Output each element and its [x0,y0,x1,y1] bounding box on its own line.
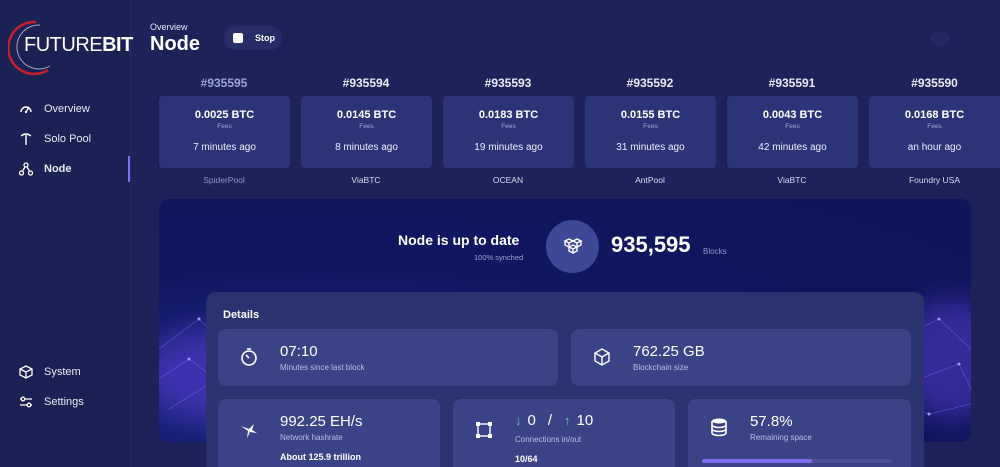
block-pool: AntPool [635,175,665,185]
fees-label: Fees [359,123,374,130]
block-fee-amount: 0.0168 BTC [904,109,965,121]
block-time: 19 minutes ago [474,142,543,153]
block-number: #935592 [626,76,674,90]
remaining-space-value: 57.8% [750,413,793,430]
block-card[interactable]: 0.0168 BTC Fees an hour ago [869,96,1000,168]
cube-icon [18,364,34,380]
block-time: 8 minutes ago [335,142,398,153]
gauge-icon [18,101,34,117]
remaining-space-card: 57.8% Remaining space [688,399,911,467]
block-fee-amount: 0.0025 BTC [194,109,255,121]
block-number: #935591 [768,76,816,90]
connections-in: 0 [527,412,536,429]
block-time: 7 minutes ago [193,142,256,153]
sliders-icon [18,394,34,410]
stop-button-label: Stop [255,33,275,43]
sidebar-item-settings[interactable]: Settings [18,391,131,413]
stop-button[interactable]: Stop [224,26,282,50]
block-number: #935595 [200,76,248,90]
hashrate-label: Network hashrate [280,433,343,442]
network-icon [18,161,34,177]
connections-separator: / [547,412,553,429]
block-pool: SpiderPool [203,175,245,185]
block-number: #935593 [484,76,532,90]
sidebar-item-node[interactable]: Node [18,158,131,180]
last-block-card: 07:10 Minutes since last block [218,329,558,386]
block-fee-amount: 0.0043 BTC [762,109,823,121]
block-card[interactable]: 0.0155 BTC Fees 31 minutes ago [585,96,716,168]
block-number: #935590 [911,76,958,90]
block-card[interactable]: 0.0145 BTC Fees 8 minutes ago [301,96,432,168]
remaining-space-progress-fill [702,459,812,463]
block-time: an hour ago [907,142,962,153]
block-card[interactable]: 0.0183 BTC Fees 19 minutes ago [443,96,574,168]
hashrate-extra: About 125.9 trillion [280,452,362,462]
sync-status-title: Node is up to date [398,232,520,248]
last-block-value: 07:10 [280,343,318,360]
hashrate-card: 992.25 EH/s Network hashrate About 125.9… [218,399,440,467]
sidebar-item-label: Overview [44,103,90,115]
pickaxe-icon [18,131,34,147]
blockchain-size-value: 762.25 GB [633,343,705,360]
fees-label: Fees [501,123,516,130]
fees-label: Fees [785,123,800,130]
block-time: 31 minutes ago [616,142,685,153]
blockchain-size-card: 762.25 GB Blockchain size [571,329,911,386]
block-card[interactable]: 0.0025 BTC Fees 7 minutes ago [159,96,290,168]
block-pool: ViaBTC [777,175,807,185]
connections-card: ↓ 0 / ↑ 10 Connections in/out 10/64 [453,399,675,467]
logo-text-light: FUTURE [24,34,103,56]
block-pool: ViaBTC [351,175,381,185]
block-pool: Foundry USA [908,175,961,185]
fees-label: Fees [927,123,942,130]
arrow-down-icon: ↓ [515,413,522,428]
connections-extra: 10/64 [515,454,538,464]
sidebar-item-label: Node [44,163,72,175]
hashrate-value: 992.25 EH/s [280,413,363,430]
blocks-icon [546,220,599,273]
logo-text-bold: BIT [102,34,133,56]
connections-out: 10 [576,412,594,429]
active-indicator [128,156,130,182]
block-card[interactable]: 0.0043 BTC Fees 42 minutes ago [727,96,858,168]
breadcrumb: Overview [150,22,188,32]
sidebar-item-overview[interactable]: Overview [18,98,131,120]
block-number: #935594 [342,76,390,90]
block-fee-amount: 0.0145 BTC [336,109,397,121]
block-pool: OCEAN [492,175,524,185]
fees-label: Fees [643,123,658,130]
fees-label: Fees [217,123,232,130]
sidebar-item-system[interactable]: System [18,361,131,383]
futurebit-logo: FUTUREBIT [8,14,133,76]
remaining-space-progress [702,459,892,463]
database-icon [708,416,730,438]
stopwatch-icon [238,346,260,368]
blockchain-size-label: Blockchain size [633,363,689,372]
block-height: 935,595 [611,232,691,257]
sync-status-subtitle: 100% synched [474,253,524,262]
remaining-space-label: Remaining space [750,433,812,442]
nodes-square-icon [473,419,495,441]
stop-icon [233,33,243,43]
page-title: Node [150,33,200,55]
sidebar-item-label: Settings [44,396,84,408]
bird-icon [238,419,260,441]
sidebar: FUTUREBIT Overview Solo Pool Node System… [0,0,133,467]
block-fee-amount: 0.0155 BTC [620,109,681,121]
sidebar-item-solo-pool[interactable]: Solo Pool [18,128,131,150]
block-time: 42 minutes ago [758,142,827,153]
arrow-up-icon: ↑ [564,413,571,428]
details-title: Details [223,309,260,321]
block-height-unit: Blocks [703,247,727,256]
box-icon [591,346,613,368]
block-fee-amount: 0.0183 BTC [478,109,539,121]
connections-values: ↓ 0 / ↑ 10 [515,412,593,429]
sidebar-item-label: System [44,366,81,378]
last-block-label: Minutes since last block [280,363,365,372]
connections-label: Connections in/out [515,435,582,444]
sidebar-item-label: Solo Pool [44,133,92,145]
status-pill [930,32,950,46]
